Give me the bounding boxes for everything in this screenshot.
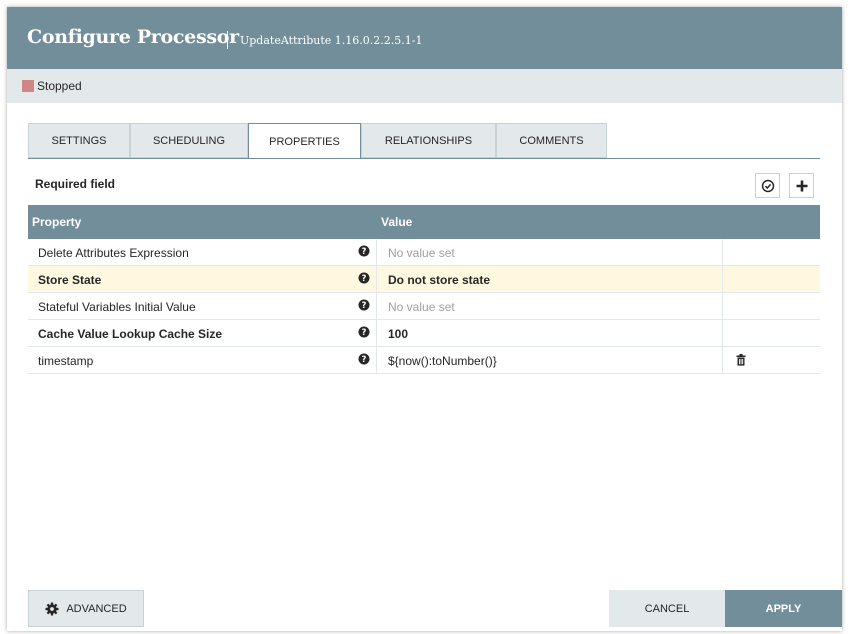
property-value[interactable]: No value set	[388, 300, 455, 314]
cancel-button-label: CANCEL	[644, 602, 690, 615]
tabs-underline	[28, 158, 820, 159]
cell-divider	[376, 293, 377, 319]
property-name: Store State	[38, 273, 102, 287]
title-divider	[227, 31, 228, 49]
apply-button[interactable]: APPLY	[725, 590, 842, 627]
stopped-status-icon	[22, 80, 34, 92]
question-circle-icon[interactable]: ?	[358, 326, 370, 338]
svg-text:?: ?	[362, 247, 367, 257]
tab-comments[interactable]: COMMENTS	[496, 123, 607, 158]
table-row[interactable]: Cache Value Lookup Cache Size ? 100	[28, 320, 820, 347]
tab-label: SCHEDULING	[152, 134, 226, 147]
advanced-button[interactable]: ADVANCED	[28, 590, 144, 627]
apply-button-label: APPLY	[765, 602, 802, 615]
property-value[interactable]: No value set	[388, 246, 455, 260]
cell-divider	[376, 239, 377, 265]
tab-label: COMMENTS	[519, 134, 584, 147]
add-property-button[interactable]	[789, 173, 814, 198]
required-field-label: Required field	[35, 177, 116, 191]
table-row[interactable]: Store State ? Do not store state	[28, 266, 820, 293]
tab-settings[interactable]: SETTINGS	[28, 123, 130, 158]
property-value[interactable]: 100	[388, 327, 408, 341]
processor-type: UpdateAttribute 1.16.0.2.2.5.1-1	[240, 34, 423, 47]
check-circle-icon	[761, 179, 774, 192]
table-header: Property Value	[28, 205, 820, 239]
cell-divider	[376, 320, 377, 346]
question-circle-icon[interactable]: ?	[358, 299, 370, 311]
property-value[interactable]: Do not store state	[388, 273, 490, 287]
trash-icon[interactable]	[736, 354, 746, 366]
tab-label: PROPERTIES	[269, 135, 340, 148]
svg-text:?: ?	[362, 355, 367, 365]
plus-icon	[796, 180, 807, 191]
tab-relationships[interactable]: RELATIONSHIPS	[361, 123, 496, 158]
cell-divider	[722, 293, 723, 319]
tab-label: SETTINGS	[51, 134, 107, 147]
table-row[interactable]: Delete Attributes Expression ? No value …	[28, 239, 820, 266]
cancel-button[interactable]: CANCEL	[609, 590, 725, 627]
svg-text:?: ?	[362, 274, 367, 284]
question-circle-icon[interactable]: ?	[358, 272, 370, 284]
table-row[interactable]: Stateful Variables Initial Value ? No va…	[28, 293, 820, 320]
property-name: Cache Value Lookup Cache Size	[38, 327, 223, 341]
svg-text:?: ?	[362, 328, 367, 338]
property-value[interactable]: ${now():toNumber()}	[388, 354, 497, 368]
configure-processor-dialog: Configure Processor UpdateAttribute 1.16…	[7, 7, 842, 631]
table-row[interactable]: timestamp ? ${now():toNumber()}	[28, 347, 820, 374]
cell-divider	[722, 320, 723, 346]
question-circle-icon[interactable]: ?	[358, 353, 370, 365]
cell-divider	[376, 266, 377, 292]
column-header-value: Value	[381, 215, 413, 229]
properties-table: Property Value Delete Attributes Express…	[28, 205, 820, 374]
cell-divider	[722, 239, 723, 265]
question-circle-icon[interactable]: ?	[358, 245, 370, 257]
column-header-property: Property	[32, 215, 82, 229]
svg-text:?: ?	[362, 301, 367, 311]
gear-icon	[45, 602, 59, 615]
cell-divider	[722, 347, 723, 373]
property-name: Delete Attributes Expression	[38, 246, 189, 260]
tab-properties[interactable]: PROPERTIES	[248, 123, 361, 159]
cell-divider	[722, 266, 723, 292]
cell-divider	[376, 347, 377, 373]
property-name: Stateful Variables Initial Value	[38, 300, 196, 314]
dialog-title: Configure Processor	[27, 26, 239, 48]
status-bar	[7, 69, 842, 103]
tab-scheduling[interactable]: SCHEDULING	[130, 123, 248, 158]
status-text: Stopped	[37, 79, 82, 93]
dialog-header: Configure Processor UpdateAttribute 1.16…	[7, 7, 842, 69]
verify-properties-button[interactable]	[755, 173, 780, 198]
property-name: timestamp	[38, 354, 94, 368]
tab-label: RELATIONSHIPS	[384, 134, 473, 147]
advanced-button-label: ADVANCED	[66, 602, 127, 615]
